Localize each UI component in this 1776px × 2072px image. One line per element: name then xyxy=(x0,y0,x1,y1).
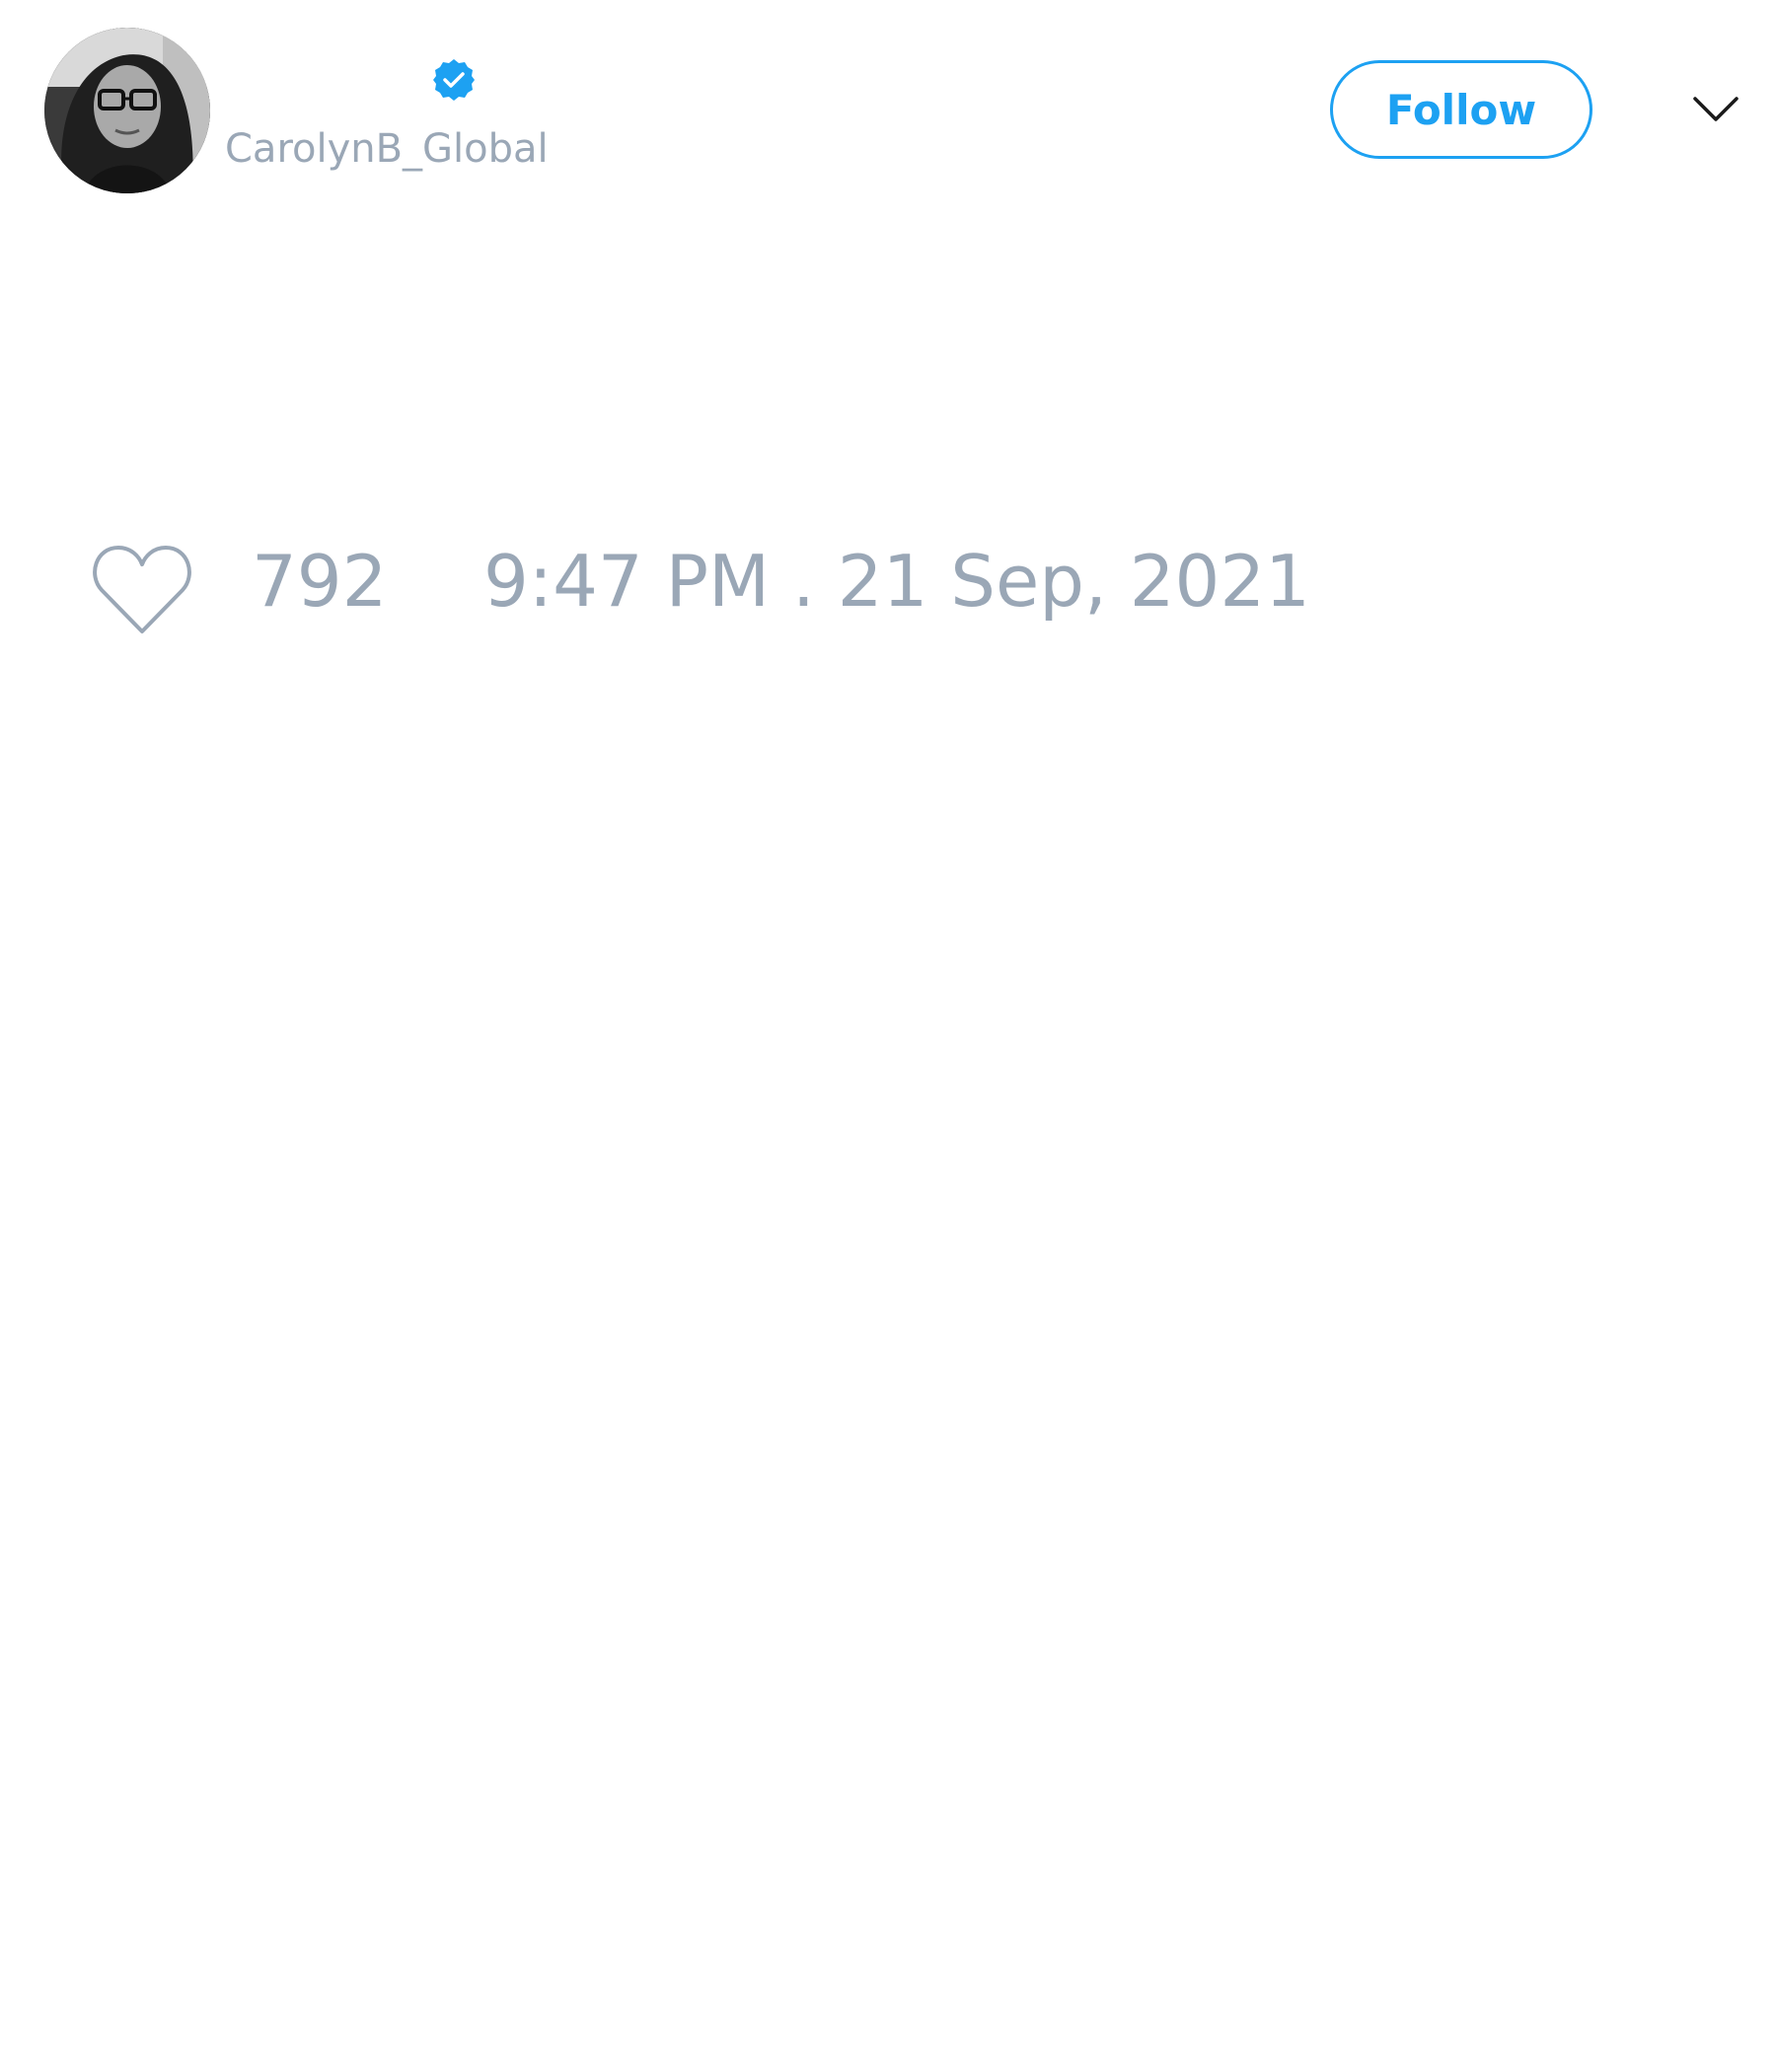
verified-badge-icon xyxy=(431,57,477,103)
avatar[interactable] xyxy=(44,28,210,193)
chevron-down-icon[interactable] xyxy=(1692,95,1739,124)
author-handle[interactable]: CarolynB_Global xyxy=(225,126,549,172)
follow-button[interactable]: Follow xyxy=(1330,60,1592,159)
heart-icon[interactable] xyxy=(90,543,194,635)
tweet-timestamp[interactable]: 9:47 PM . 21 Sep, 2021 xyxy=(483,546,1310,617)
like-count: 792 xyxy=(252,540,388,623)
avatar-photo xyxy=(44,28,210,193)
